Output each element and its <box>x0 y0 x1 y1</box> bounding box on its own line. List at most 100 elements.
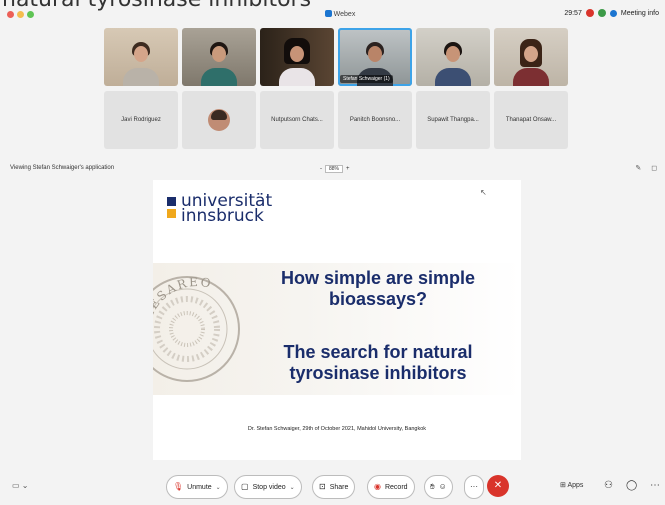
minimize-window-dot[interactable] <box>17 11 24 18</box>
logo-text: universität innsbruck <box>181 193 272 226</box>
zoom-level[interactable]: 88% <box>325 165 344 173</box>
participant-face <box>446 46 460 62</box>
more-icon: ··· <box>470 482 478 491</box>
emoji-icon: ☺ <box>438 482 447 491</box>
chevron-down-icon[interactable]: ⌄ <box>216 484 221 491</box>
name-tile[interactable]: Nutputsorn Chats... <box>260 91 334 149</box>
participant-name: Thanapat Onsaw... <box>505 117 557 123</box>
more-panels-icon[interactable]: ⋯ <box>650 480 660 491</box>
logo-blue-square-icon <box>167 197 176 206</box>
share-screen-icon: ⊡ <box>319 482 326 491</box>
maximize-window-dot[interactable] <box>27 11 34 18</box>
video-name-text: Stefan Schwaiger <box>343 76 383 82</box>
chevron-down-icon[interactable]: ⌄ <box>290 484 295 491</box>
video-name-badge: (1) <box>383 76 390 82</box>
avatar-tile[interactable] <box>182 91 256 149</box>
zoom-control: - 88% + <box>320 165 350 173</box>
video-tile-active-speaker[interactable]: Stefan Schwaiger (1) <box>338 28 412 86</box>
participant-face <box>524 46 538 62</box>
shared-slide: universität innsbruck ↖ CAESAREO How simp… <box>153 180 521 460</box>
camera-icon: ▢ <box>241 482 249 491</box>
share-label: Share <box>329 483 349 491</box>
participant-body <box>279 68 315 86</box>
chat-icon[interactable]: ◯ <box>626 480 637 491</box>
slide-subtitle-line-1: The search for natural <box>283 342 473 362</box>
meeting-info-link[interactable]: Meeting info <box>621 10 659 17</box>
participant-body <box>513 68 549 86</box>
share-button[interactable]: ⊡ Share <box>312 475 356 499</box>
annotate-icon[interactable]: ✎ <box>635 164 641 172</box>
slide-subtitle-line-2: tyrosinase inhibitors <box>289 363 467 383</box>
unmute-button[interactable]: 🎙︎ Unmute ⌄ <box>166 475 228 499</box>
video-tile[interactable] <box>260 28 334 86</box>
share-tools: ✎ ◻ <box>635 164 657 172</box>
close-icon: ✕ <box>493 480 503 491</box>
participant-name: Panitch Boonsno... <box>349 117 401 123</box>
meeting-timer: 29:57 <box>564 9 582 17</box>
video-tile[interactable] <box>104 28 178 86</box>
meeting-info-icon[interactable] <box>609 9 617 17</box>
logo-orange-square-icon <box>167 209 176 218</box>
avatar <box>208 109 230 131</box>
video-tile[interactable] <box>416 28 490 86</box>
webex-logo-icon <box>324 10 332 17</box>
mic-muted-icon: 🎙︎ <box>173 482 184 491</box>
participant-name: Javi Rodriguez <box>121 117 161 123</box>
video-name-label: Stefan Schwaiger (1) <box>340 75 393 83</box>
name-tile[interactable]: Javi Rodriguez <box>104 91 178 149</box>
name-tile[interactable]: Panitch Boonsno... <box>338 91 412 149</box>
close-window-dot[interactable] <box>7 11 14 18</box>
participant-face <box>368 46 382 62</box>
video-strip: Stefan Schwaiger (1) <box>104 28 568 86</box>
apps-button[interactable]: ⊞ Apps <box>560 481 583 489</box>
slide-subtitle: The search for natural tyrosinase inhibit… <box>253 342 503 384</box>
leave-meeting-button[interactable]: ✕ <box>487 475 509 497</box>
record-button[interactable]: ◉ Record <box>367 475 415 499</box>
participant-name: Nutputsorn Chats... <box>271 117 323 123</box>
more-options-button[interactable]: ··· <box>464 475 484 499</box>
reactions-button[interactable]: ✋︎ ☺ <box>424 475 453 499</box>
name-tile[interactable]: Thanapat Onsaw... <box>494 91 568 149</box>
unmute-label: Unmute <box>187 483 212 491</box>
webex-window: natural tyrosinase inhibitors Webex 29:5… <box>0 0 665 505</box>
participant-face <box>134 46 148 62</box>
slide-footer: Dr. Stefan Schwaiger, 29th of October 20… <box>247 426 427 432</box>
slide-title-line-1: How simple are simple <box>280 268 476 288</box>
participant-name: Supawit Thangpa... <box>427 117 479 123</box>
captions-menu-icon[interactable]: ▭ ⌄ <box>12 481 28 490</box>
recording-indicator-icon <box>585 9 594 17</box>
hand-icon: ✋︎ <box>430 482 435 491</box>
mouse-cursor-icon: ↖ <box>480 188 487 197</box>
video-tile[interactable] <box>494 28 568 86</box>
name-tiles-strip: Javi Rodriguez Nutputsorn Chats... Panit… <box>104 91 568 149</box>
logo-line-2: innsbruck <box>181 206 264 226</box>
record-icon: ◉ <box>374 482 381 491</box>
participant-body <box>123 68 159 86</box>
zoom-out-button[interactable]: - <box>320 166 322 172</box>
participants-icon[interactable]: ⚇ <box>604 480 613 491</box>
video-tile[interactable] <box>182 28 256 86</box>
participant-body <box>201 68 237 86</box>
more-tools-icon[interactable]: ◻ <box>651 164 657 172</box>
zoom-in-button[interactable]: + <box>346 166 350 172</box>
slide-hero-band: CAESAREO How simple are simple bioassays?… <box>153 263 521 395</box>
app-title-text: Webex <box>333 11 356 18</box>
title-bar: Webex 29:57 Meeting info <box>0 8 665 22</box>
stop-video-button[interactable]: ▢ Stop video ⌄ <box>234 475 302 499</box>
meeting-controls: ▭ ⌄ 🎙︎ Unmute ⌄ ▢ Stop video ⌄ ⊡ Share ◉… <box>0 474 665 500</box>
slide-title-line-2: bioassays? <box>328 289 428 309</box>
app-title: Webex <box>300 10 380 18</box>
university-seal-icon: CAESAREO <box>153 275 240 382</box>
title-right-area: 29:57 Meeting info <box>564 9 659 17</box>
apps-label: Apps <box>567 482 584 489</box>
participant-face <box>290 46 304 62</box>
slide-title: How simple are simple bioassays? <box>253 268 503 310</box>
participant-body <box>435 68 471 86</box>
viewing-label: Viewing Stefan Schwaiger's application <box>10 165 115 171</box>
participant-face <box>212 46 226 62</box>
name-tile[interactable]: Supawit Thangpa... <box>416 91 490 149</box>
stop-video-label: Stop video <box>252 483 286 491</box>
apps-icon: ⊞ <box>560 482 566 489</box>
record-label: Record <box>384 483 408 491</box>
connection-status-icon <box>597 9 606 17</box>
